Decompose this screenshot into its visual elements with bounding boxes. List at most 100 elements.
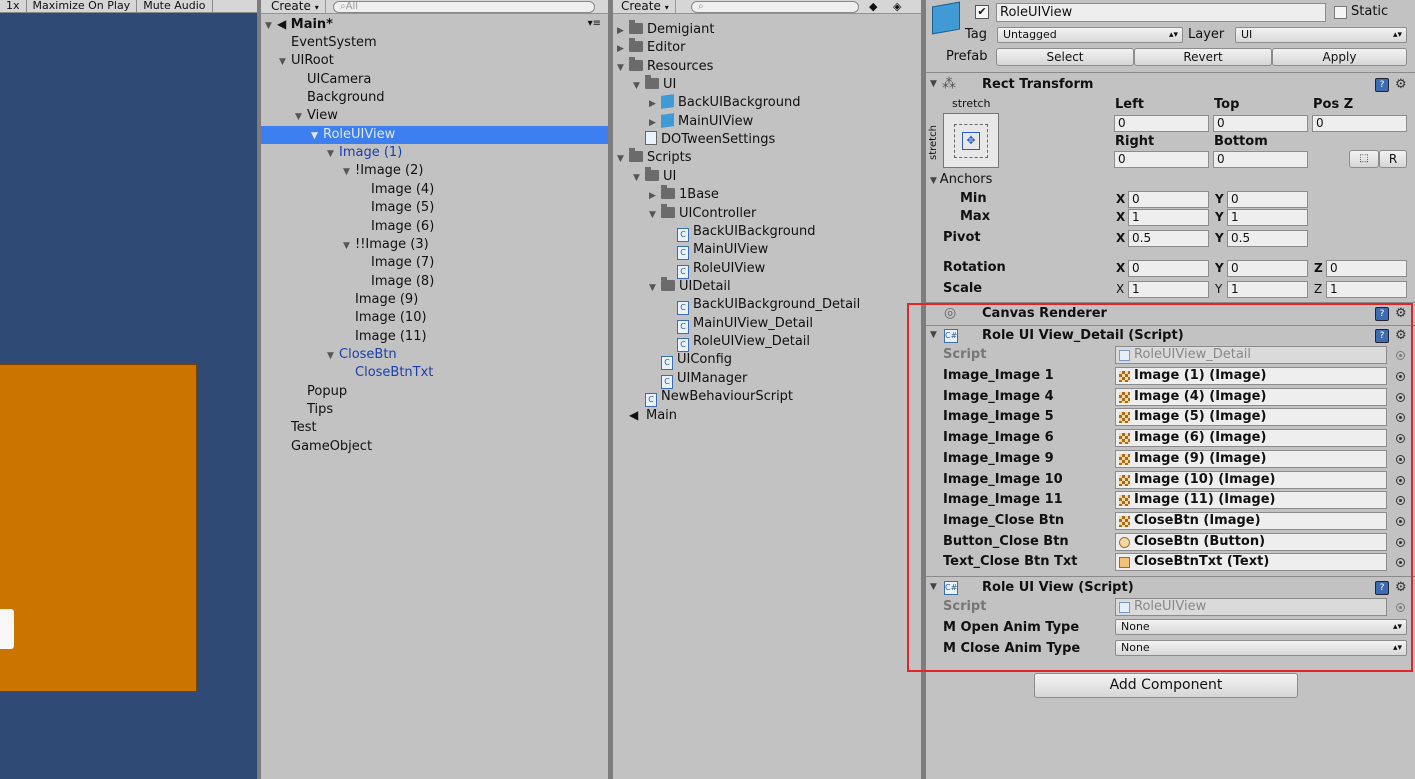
hierarchy-item[interactable]: ▼ CloseBtn (261, 346, 608, 364)
left-field[interactable]: 0 (1114, 115, 1209, 132)
gear-icon[interactable]: ⚙ (1395, 78, 1407, 92)
fold-closed-icon[interactable]: ▶ (617, 40, 629, 58)
hierarchy-item[interactable]: ▼ RoleUIView (261, 125, 608, 145)
fold-open-icon[interactable]: ▼ (649, 279, 661, 297)
layer-dropdown[interactable]: UI ▴▾ (1235, 27, 1407, 43)
anchor-min-y[interactable]: 0 (1227, 191, 1308, 208)
posz-field[interactable]: 0 (1312, 115, 1407, 132)
scene-header[interactable]: ▼ ◀ Main* ▾≡ (265, 15, 605, 33)
fold-open-icon[interactable]: ▼ (265, 17, 277, 35)
hierarchy-search-input[interactable]: ⌕All (333, 1, 595, 13)
project-item[interactable]: ▼ Resources (613, 56, 921, 77)
fold-open-icon[interactable]: ▼ (295, 108, 307, 126)
project-item[interactable]: C RoleUIView_Detail (613, 333, 921, 352)
hierarchy-item[interactable]: EventSystem (261, 34, 608, 52)
hierarchy-item[interactable]: Image (6) (261, 218, 608, 236)
fold-closed-icon[interactable]: ▶ (649, 95, 661, 113)
fold-open-icon[interactable]: ▼ (343, 237, 355, 255)
hierarchy-item[interactable]: Background (261, 89, 608, 107)
hierarchy-create-button[interactable]: Create ▾ (265, 0, 326, 13)
hierarchy-item[interactable]: ▼ Image (1) (261, 144, 608, 162)
prefab-apply-button[interactable]: Apply (1272, 48, 1407, 66)
right-field[interactable]: 0 (1114, 151, 1209, 168)
help-icon[interactable]: ? (1375, 78, 1389, 92)
hierarchy-item[interactable]: ▼ !Image (2) (261, 162, 608, 180)
prefab-select-button[interactable]: Select (996, 48, 1134, 66)
fold-open-icon[interactable]: ▼ (617, 59, 629, 77)
top-field[interactable]: 0 (1213, 115, 1308, 132)
hierarchy-item[interactable]: Image (11) (261, 328, 608, 346)
project-item[interactable]: ▶ MainUIView (613, 112, 921, 132)
project-item[interactable]: C RoleUIView (613, 260, 921, 279)
project-item[interactable]: C NewBehaviourScript (613, 388, 921, 407)
fold-closed-icon[interactable]: ▶ (649, 114, 661, 132)
fold-closed-icon[interactable]: ▶ (649, 187, 661, 205)
filter-by-label-icon[interactable]: ◈ (893, 0, 901, 13)
project-item[interactable]: ▶ Demigiant (613, 20, 921, 40)
anchor-max-y[interactable]: 1 (1227, 209, 1308, 226)
project-create-button[interactable]: Create ▾ (615, 0, 676, 13)
anchors-foldout[interactable]: ▼ Anchors (930, 172, 992, 187)
hierarchy-item[interactable]: UICamera (261, 71, 608, 89)
raw-edit-button[interactable]: R (1379, 150, 1407, 168)
blueprint-mode-button[interactable]: ⬚ (1349, 150, 1379, 168)
rotation-y[interactable]: 0 (1227, 260, 1308, 277)
rotation-x[interactable]: 0 (1128, 260, 1209, 277)
pivot-x[interactable]: 0.5 (1128, 230, 1209, 247)
game-view[interactable]: 1x Maximize On Play Mute Audio (0, 0, 257, 779)
project-item[interactable]: C BackUIBackground (613, 223, 921, 242)
project-item[interactable]: ▶ Editor (613, 38, 921, 58)
hierarchy-item[interactable]: Test (261, 419, 608, 437)
hierarchy-item[interactable]: Image (9) (261, 291, 608, 309)
scale-y[interactable]: 1 (1227, 281, 1308, 298)
project-item[interactable]: ▼ UIController (613, 203, 921, 224)
scale-z[interactable]: 1 (1326, 281, 1407, 298)
project-item[interactable]: ▼ Scripts (613, 148, 921, 168)
hierarchy-item[interactable]: ▼ UIRoot (261, 52, 608, 70)
project-search-input[interactable]: ⌕ (691, 1, 859, 13)
hierarchy-item[interactable]: Image (7) (261, 254, 608, 272)
zoom-level[interactable]: 1x (0, 0, 27, 12)
fold-open-icon[interactable]: ▼ (633, 77, 645, 95)
hierarchy-item[interactable]: Image (10) (261, 309, 608, 327)
maximize-on-play-toggle[interactable]: Maximize On Play (27, 0, 138, 12)
fold-open-icon[interactable]: ▼ (279, 53, 291, 71)
rect-transform-header[interactable]: ▼ ⁂ Rect Transform ? ⚙ (926, 75, 1415, 97)
static-checkbox[interactable] (1334, 6, 1347, 19)
hierarchy-item[interactable]: Tips (261, 401, 608, 419)
anchor-preset-button[interactable]: ✥ (943, 113, 999, 168)
fold-closed-icon[interactable]: ▶ (617, 22, 629, 40)
hierarchy-item[interactable]: GameObject (261, 438, 608, 456)
project-item[interactable]: ▼ UIDetail (613, 276, 921, 297)
project-item[interactable]: ▶ 1Base (613, 185, 921, 205)
object-name-field[interactable]: RoleUIView (996, 3, 1326, 22)
project-item[interactable]: C MainUIView (613, 241, 921, 261)
project-item[interactable]: C MainUIView_Detail (613, 315, 921, 334)
add-component-button[interactable]: Add Component (1034, 673, 1298, 698)
fold-open-icon[interactable]: ▼ (343, 163, 355, 181)
active-checkbox[interactable]: ✔ (975, 5, 989, 19)
scene-menu-icon[interactable]: ▾≡ (588, 15, 601, 33)
fold-open-icon[interactable]: ▼ (649, 206, 661, 224)
project-item[interactable]: DOTweenSettings (613, 131, 921, 149)
hierarchy-item[interactable]: CloseBtnTxt (261, 364, 608, 382)
bottom-field[interactable]: 0 (1213, 151, 1308, 168)
fold-open-icon[interactable]: ▼ (311, 127, 323, 145)
anchor-min-x[interactable]: 0 (1128, 191, 1209, 208)
filter-by-type-icon[interactable]: ◆ (869, 0, 877, 13)
hierarchy-item[interactable]: Image (5) (261, 199, 608, 217)
pivot-y[interactable]: 0.5 (1227, 230, 1308, 247)
project-item[interactable]: ▼ UI (613, 166, 921, 187)
rotation-z[interactable]: 0 (1326, 260, 1407, 277)
hierarchy-item[interactable]: Image (4) (261, 181, 608, 199)
fold-open-icon[interactable]: ▼ (633, 169, 645, 187)
project-item[interactable]: C UIConfig (613, 351, 921, 371)
anchor-max-x[interactable]: 1 (1128, 209, 1209, 226)
project-item[interactable]: C BackUIBackground_Detail (613, 296, 921, 316)
fold-open-icon[interactable]: ▼ (617, 150, 629, 168)
tag-dropdown[interactable]: Untagged ▴▾ (997, 27, 1183, 43)
project-item[interactable]: ◀ Main (613, 406, 921, 424)
project-item[interactable]: ▶ BackUIBackground (613, 94, 921, 112)
hierarchy-item[interactable]: ▼ !!Image (3) (261, 236, 608, 254)
fold-open-icon[interactable]: ▼ (327, 347, 339, 365)
